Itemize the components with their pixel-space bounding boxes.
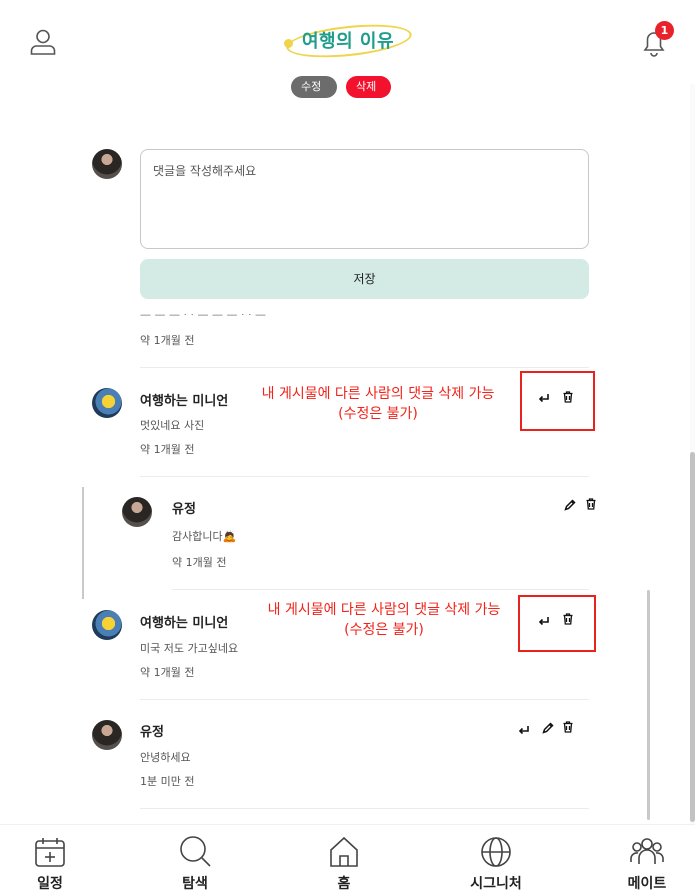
comment-text: 감사합니다🙇 [172,530,237,543]
user-profile-icon[interactable] [28,27,58,57]
logo-text: 여행의 이유 [301,31,395,52]
annotation-line2: (수정은 불가) [344,622,424,638]
comment-divider [140,699,589,700]
page-scrollbar[interactable] [690,452,695,822]
comment-input[interactable]: 댓글을 작성해주세요 [140,149,589,249]
comment-text: 멋있네요 사진 [140,419,205,432]
reply-icon[interactable] [537,614,551,628]
nav-label-mate: 메이트 [627,876,667,892]
reply-icon[interactable] [537,391,551,405]
nav-item-mate[interactable]: 메이트 [602,825,692,893]
comment-text: 안녕하세요 [140,751,191,764]
comments-scrollbar[interactable] [647,590,650,820]
comment-divider [140,808,589,809]
comment-text: 미국 저도 가고싶네요 [140,642,239,655]
reply-icon[interactable] [517,723,531,737]
my-avatar [92,149,122,179]
pencil-icon[interactable] [541,721,555,735]
reply-thread-line [82,487,84,599]
nav-item-home[interactable]: 홈 [299,825,389,893]
save-comment-button[interactable]: 저장 [140,259,589,299]
trash-icon[interactable] [584,497,598,511]
comment-divider [140,476,589,477]
comment-time: 약 1개월 전 [140,443,195,456]
commenter-avatar [92,610,122,640]
app-logo[interactable]: 여행의 이유 [282,19,414,63]
comment-author: 여행하는 미니언 [140,616,229,631]
commenter-avatar [122,497,152,527]
trash-icon[interactable] [561,390,575,404]
comment-time: 약 1개월 전 [172,556,227,569]
globe-icon [481,837,511,867]
annotation-line1: 내 게시물에 다른 사람의 댓글 삭제 가능 [267,602,501,618]
annotation-line1: 내 게시물에 다른 사람의 댓글 삭제 가능 [261,386,495,402]
comment-divider [172,589,589,590]
commenter-avatar [92,720,122,750]
trash-icon[interactable] [561,720,575,734]
nav-label-schedule: 일정 [37,876,63,892]
comment-divider [140,367,589,368]
clipped-comment-text: — — — · · — — — · · — [140,314,340,320]
people-icon [630,838,664,864]
comment-time: 약 1개월 전 [140,666,195,679]
nav-label-home: 홈 [337,876,351,892]
home-icon [330,836,358,867]
trash-icon[interactable] [561,612,575,626]
commenter-avatar [92,388,122,418]
annotation-box [520,371,595,431]
annotation-box [518,595,596,652]
annotation-line2: (수정은 불가) [338,406,418,422]
notification-badge: 1 [655,21,674,40]
nav-label-signature: 시그니처 [470,876,522,892]
app-header: 여행의 이유 1 [0,0,695,84]
nav-label-explore: 탐색 [182,876,208,892]
annotation-note: 내 게시물에 다른 사람의 댓글 삭제 가능 (수정은 불가) [240,384,516,424]
comment-author: 여행하는 미니언 [140,394,229,409]
comment-time: 약 1개월 전 [140,334,195,347]
pencil-icon[interactable] [563,498,577,512]
nav-item-signature[interactable]: 시그니처 [451,825,541,893]
search-icon [180,836,211,867]
comment-author: 유정 [172,502,196,517]
annotation-note: 내 게시물에 다른 사람의 댓글 삭제 가능 (수정은 불가) [250,600,518,640]
nav-item-schedule[interactable]: 일정 [5,825,95,893]
comment-author: 유정 [140,725,164,740]
nav-item-explore[interactable]: 탐색 [150,825,240,893]
delete-post-button[interactable]: 삭제 [346,76,391,98]
calendar-icon [35,838,65,867]
bottom-nav: 일정 탐색 홈 시그니처 메이트 [0,824,695,893]
edit-post-button[interactable]: 수정 [291,76,337,98]
comment-time: 1분 미만 전 [140,775,195,788]
